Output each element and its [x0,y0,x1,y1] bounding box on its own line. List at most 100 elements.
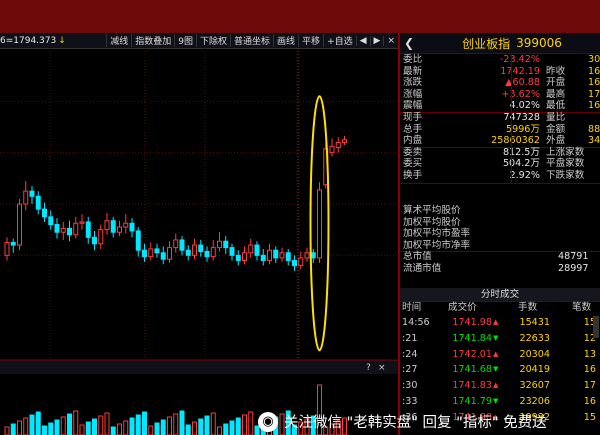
candle-body [160,252,166,260]
volume-bar [192,421,197,435]
toolbar-button-line[interactable]: 减线 [106,34,131,47]
candle-body [29,190,35,197]
trade-price: 1741.98 [452,317,492,328]
chevron-left-icon[interactable]: ❮ [404,36,414,50]
trades-scrollbar[interactable] [593,316,599,338]
quote-label: 换手 [403,170,423,181]
candle-body [42,208,47,218]
volume-bar [229,420,235,435]
trade-price: 1741.83 [452,380,492,392]
trade-count: 17 [583,380,596,392]
quote-value-secondary: 17 [588,88,600,100]
volume-bar [4,426,10,435]
stat-row: 算术平均股价 [400,205,600,217]
trades-title[interactable]: 分时成交 [400,288,600,302]
close-icon[interactable]: × [383,35,398,46]
trade-price: 1741.68 [452,364,492,376]
quote-label: 涨跌 [403,77,423,89]
quote-label: 涨幅 [403,88,423,100]
quote-value: 4.02% [509,100,540,112]
volume-bar [179,410,185,435]
volume-bar [10,423,16,435]
quote-label: 现手 [403,112,423,123]
trade-volume: 20304 [519,348,550,360]
quote-value-secondary: 3409 [588,135,600,147]
candle-body [298,257,304,267]
quote-value: 504.2万 [502,158,540,170]
quote-row: 涨跌 ▲60.88 开盘 16 [400,77,600,89]
trade-count: 13 [583,348,596,360]
candle-body [129,222,135,232]
quote-label-secondary: 金额 [546,123,566,135]
quote-value: 747328 [503,112,540,123]
quote-value: 25860362 [491,135,540,147]
toolbar-button-pan[interactable]: 平移 [298,34,323,47]
candle-body [254,244,260,256]
column-separator [511,54,512,182]
quote-row: 内盘 25860362 外盘 3409 [400,135,600,147]
quote-row: 换手 2.92% 下跌家数 [400,170,600,182]
quote-value-secondary: 16 [588,100,600,112]
trade-time: :24 [402,348,418,360]
volume-bar [173,413,179,435]
volume-bar [223,423,229,435]
quote-row: 现手 747328 量比 [400,112,600,124]
candle-body [242,252,247,261]
stat-value: 28997 [558,263,589,274]
row-separator [400,183,600,184]
chevron-left-icon[interactable]: ◀ [355,35,370,46]
ma-value-label: 6=1794.373 [0,35,57,46]
quote-row: 委比 -23.42% 30 [400,54,600,66]
quote-value: 2.92% [509,170,540,181]
quote-label: 委比 [403,54,423,65]
trade-time: :30 [402,380,418,392]
candle-body [117,226,122,233]
quote-label-secondary: 外盘 [546,135,566,147]
stat-label: 加权平均市净率 [403,239,471,251]
quote-row: 最新 1742.19 昨收 16 [400,66,600,78]
arrow-down-icon: ▼ [493,397,499,405]
trade-volume: 20419 [519,364,550,376]
candle-body [142,249,147,258]
candle-body [4,242,10,256]
close-icon: × [378,363,386,373]
volume-bar [160,419,166,435]
candle-body [185,249,191,256]
volume-pane-header [0,360,398,374]
quote-label-secondary: 上涨家数 [546,146,585,158]
quote-label-secondary: 开盘 [546,77,566,89]
trade-time: :27 [402,364,418,376]
volume-bar [117,423,122,435]
kline-chart[interactable]: ? × [0,48,398,435]
stat-row: 加权平均市净率 [400,240,600,252]
chevron-right-icon[interactable]: ▶ [369,35,384,46]
volume-bar [54,419,60,435]
toolbar-button-draw[interactable]: 画线 [273,34,298,47]
candle-body [110,220,116,233]
toolbar-button-coordinates[interactable]: 普通坐标 [230,34,273,47]
candle-body [167,247,172,260]
toolbar-button-9-charts[interactable]: 9图 [174,34,196,47]
candle-body [23,190,29,205]
arrow-down-icon: ↓ [58,35,66,46]
candle-body [48,216,54,226]
volume-bar [98,415,104,435]
volume-bar [110,426,116,435]
toolbar-button-add-watchlist[interactable]: +自选 [323,34,356,47]
volume-bar [60,416,66,435]
wechat-icon: ◉ [258,411,278,432]
toolbar-button-index-overlay[interactable]: 指数叠加 [131,34,174,47]
arrow-up-icon: ▲ [493,381,499,390]
candle-body [235,254,241,261]
toolbar-button-ex-rights[interactable]: 下除权 [196,34,230,47]
quote-row: 委卖 812.5万 上涨家数 [400,147,600,159]
volume-bar [142,411,147,435]
volume-bar [123,420,129,435]
trade-time: :33 [402,396,418,407]
volume-bar [104,412,110,435]
trade-time: :21 [402,332,418,344]
trade-count: 16 [583,396,596,407]
candle-body [135,230,141,251]
candle-body [179,239,185,251]
trade-count: 16 [583,364,596,376]
